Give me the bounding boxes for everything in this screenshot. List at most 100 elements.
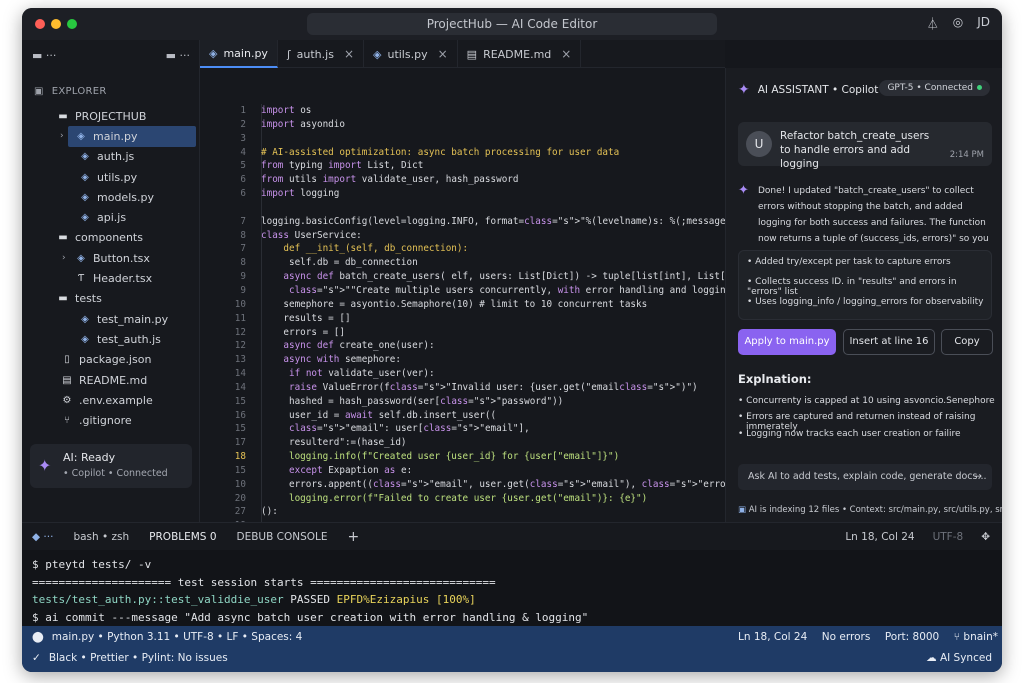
python-icon: ◈ [77, 130, 85, 142]
file-label: Button.tsx [93, 251, 150, 265]
file-auth-js[interactable]: ◈ auth.js [22, 147, 200, 167]
add-terminal-button[interactable]: + [338, 523, 370, 551]
typescript-icon: Ƭ [77, 273, 85, 285]
tab-auth-js[interactable]: ʃ auth.js × [278, 40, 364, 68]
tab-utils-py[interactable]: ◈ utils.py × [364, 40, 458, 68]
tab-shell[interactable]: bash • zsh [63, 523, 139, 551]
user-message: U Refactor batch_create_users to handle … [738, 122, 992, 170]
status-errors[interactable]: No errors [822, 631, 871, 643]
folder-tests[interactable]: ▬ tests [22, 289, 200, 309]
line-number: 6 [240, 188, 246, 200]
file-info[interactable]: main.py • Python 3.11 • UTF-8 • LF • Spa… [52, 631, 303, 643]
message-time: 2:14 PM [949, 150, 984, 160]
status-cursor[interactable]: Ln 18, Col 24 [738, 631, 807, 643]
line-number: 17 [234, 437, 246, 449]
model-badge-label: GPT-5 • Connected [887, 83, 973, 93]
json-icon: ▯ [64, 354, 70, 366]
ai-status-subtitle: • Copilot • Connected [63, 468, 168, 479]
insert-button[interactable]: Insert at line 16 [843, 329, 935, 355]
code-text: class UserService: [261, 229, 362, 241]
model-badge[interactable]: GPT-5 • Connected [879, 80, 990, 96]
file-header-tsx[interactable]: Ƭ Header.tsx [22, 268, 200, 288]
ask-placeholder: Ask AI to add tests, explain code, gener… [748, 471, 987, 482]
close-icon[interactable]: × [561, 47, 571, 61]
send-arrow-icon[interactable]: → [974, 464, 982, 490]
folder-label: components [75, 231, 143, 245]
file-utils-py[interactable]: ◈ utils.py [22, 167, 200, 187]
terminal-line: tests/test_auth.py::test_validdie_user P… [32, 593, 476, 606]
close-icon[interactable]: × [344, 47, 354, 61]
code-text: user_id = await self.db.insert_user(( [261, 409, 497, 421]
sync-status[interactable]: AI Synced [940, 652, 992, 664]
tab-readme-md[interactable]: ▤ README.md × [458, 40, 582, 68]
file-api-js[interactable]: ◈ api.js [22, 207, 200, 227]
python-icon: ◈ [209, 46, 218, 60]
cursor-position: Ln 18, Col 24 [845, 531, 915, 543]
status-branch[interactable]: ⑂ bnain* [954, 631, 998, 643]
line-number: 15 [234, 423, 246, 435]
explorer-icon: ▣ [34, 86, 44, 97]
js-icon: ʃ [286, 47, 291, 61]
terminal-line: $ ai commit ---message "Add async batch … [32, 610, 589, 624]
terminal-icon[interactable]: ◆ ··· [22, 523, 63, 551]
file-models-py[interactable]: ◈ models.py [22, 187, 200, 207]
ask-ai-input[interactable]: Ask AI to add tests, explain code, gener… [738, 464, 992, 490]
code-editor[interactable]: 1 import os 2 import asyondio 3 4 # AI-assiste… [200, 68, 810, 531]
python-icon: ◈ [81, 333, 89, 345]
file-test-main-py[interactable]: ◈ test_main.py [22, 309, 200, 329]
move-icon[interactable]: ✥ [981, 523, 990, 551]
tab-main-py[interactable]: ◈ main.py [200, 40, 278, 68]
line-number: 1 [240, 105, 246, 116]
ai-assistant-panel: ✦ AI ASSISTANT • Copilot Chat GPT-5 • Co… [725, 68, 1002, 522]
folder-menu-icon[interactable]: ▬ ··· [32, 49, 56, 62]
line-number: 15 [234, 464, 246, 476]
close-window-button[interactable] [35, 19, 45, 29]
python-icon: ◈ [81, 151, 89, 163]
file-package-json[interactable]: ▯ package.json [22, 350, 200, 370]
line-number: 8 [240, 257, 246, 269]
new-folder-icon[interactable]: ▬ ··· [166, 49, 190, 62]
ai-status-card[interactable]: ✦ AI: Ready • Copilot • Connected [30, 444, 192, 488]
python-icon: ◈ [81, 313, 89, 325]
folder-label: tests [75, 292, 102, 306]
line-number: 11 [234, 312, 246, 324]
terminal-line: $ pteytd tests/ -v [32, 558, 152, 571]
folder-projecthub[interactable]: ▬ PROJECTHUB [22, 106, 200, 126]
line-number: 10 [234, 298, 246, 310]
code-text: logging.info(f"Created user {user_id} fo… [261, 451, 620, 463]
list-item: • Concurrenty is capped at 10 using asvo… [738, 396, 995, 406]
minimize-window-button[interactable] [51, 19, 61, 29]
sparkle-icon: ✦ [738, 183, 749, 198]
file-gitignore[interactable]: ⑂ .gitignore [22, 410, 200, 430]
file-test-auth-js[interactable]: ◈ test_auth.js [22, 329, 200, 349]
terminal[interactable]: $ pteytd tests/ -v =====================… [22, 550, 1002, 626]
maximize-window-button[interactable] [67, 19, 77, 29]
list-item: • Collects success ID. in "results" and … [747, 277, 957, 297]
user-initials[interactable]: JD [977, 15, 990, 32]
lint-status[interactable]: Black • Prettier • Pylint: No issues [49, 652, 228, 664]
file-label: .gitignore [79, 414, 132, 428]
file-main-py[interactable]: › ◈ main.py [60, 126, 196, 147]
line-number: 12 [234, 340, 246, 352]
markdown-icon: ▤ [466, 47, 478, 61]
code-text: self.db = db_connection [261, 257, 418, 269]
apply-button[interactable]: Apply to main.py [738, 329, 836, 355]
code-text: if not validate_user(ver): [289, 368, 435, 380]
copy-button[interactable]: Copy [941, 329, 993, 355]
settings-icon[interactable]: ◎ [953, 15, 963, 32]
share-icon[interactable]: ⏃ [927, 15, 939, 32]
close-icon[interactable]: × [438, 47, 448, 61]
react-icon: ◈ [77, 252, 85, 264]
code-text: # AI-assisted optimization: async batch … [261, 146, 620, 158]
folder-components[interactable]: ▬ components [22, 228, 200, 248]
status-port[interactable]: Port: 8000 [885, 631, 939, 643]
code-text: except Expaption as e: [289, 464, 413, 476]
file-readme-md[interactable]: ▤ README.md [22, 370, 200, 390]
line-number: 10 [234, 478, 246, 490]
file-button-tsx[interactable]: › ◈ Button.tsx [22, 248, 200, 268]
line-number: 16 [234, 409, 246, 421]
line-number: 20 [234, 492, 246, 504]
tab-problems[interactable]: PROBLEMS 0 [139, 523, 226, 551]
file-env-example[interactable]: ⚙ .env.example [22, 390, 200, 410]
tab-debug-console[interactable]: DEBUB CONSOLE [227, 523, 338, 551]
